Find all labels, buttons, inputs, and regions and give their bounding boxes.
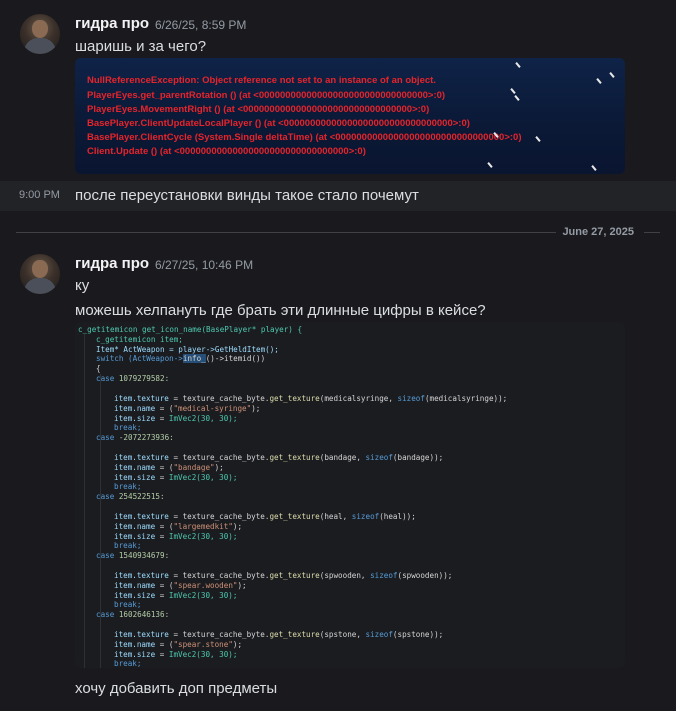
message-text: ку [75, 277, 90, 294]
code-line: item.texture = texture_cache_byte.get_te… [114, 571, 453, 580]
snow-speck [535, 136, 541, 142]
snow-speck [514, 95, 520, 101]
snow-speck [596, 78, 602, 84]
snow-speck [487, 162, 493, 168]
code-line: item.name = ("medical-syringe"); [114, 404, 261, 413]
snow-speck [591, 165, 597, 171]
error-screenshot-attachment[interactable]: NullReferenceException: Object reference… [75, 58, 625, 174]
code-line: c_getitemicon get_icon_name(BasePlayer* … [78, 325, 303, 334]
code-line: break; [114, 659, 142, 668]
message-side-timestamp: 9:00 PM [19, 189, 60, 201]
avatar[interactable] [20, 14, 60, 54]
code-line: case 1602646136: [96, 610, 170, 619]
error-line: PlayerEyes.MovementRight () (at <0000000… [87, 104, 430, 115]
message-text: после переустановки винды такое стало по… [75, 187, 419, 204]
message-author[interactable]: гидра про [75, 15, 149, 32]
code-line: Item* ActWeapon = player->GetHeldItem(); [96, 345, 279, 354]
error-line: PlayerEyes.get_parentRotation () (at <00… [87, 90, 446, 101]
code-line: item.size = ImVec2(30, 30); [114, 591, 238, 600]
date-divider-label: June 27, 2025 [556, 226, 644, 238]
code-line: item.name = ("largemedkit"); [114, 522, 243, 531]
message-timestamp: 6/27/25, 10:46 PM [155, 258, 254, 272]
message-text: хочу добавить доп предметы [75, 680, 278, 697]
error-line: NullReferenceException: Object reference… [87, 75, 436, 86]
avatar[interactable] [20, 254, 60, 294]
code-line: item.name = ("bandage"); [114, 463, 224, 472]
error-line: Client.Update () (at <000000000000000000… [87, 146, 366, 157]
code-line: c_getitemicon item; [96, 335, 183, 344]
code-line: case 254522515: [96, 492, 165, 501]
code-screenshot-attachment[interactable]: c_getitemicon get_icon_name(BasePlayer* … [75, 322, 625, 668]
snow-speck [510, 88, 516, 94]
code-line: break; [114, 600, 142, 609]
error-line: BasePlayer.ClientCycle (System.Single de… [87, 132, 522, 143]
code-line: item.texture = texture_cache_byte.get_te… [114, 512, 416, 521]
code-line: item.size = ImVec2(30, 30); [114, 414, 238, 423]
code-line: case 1540934679: [96, 551, 170, 560]
snow-speck [609, 72, 615, 78]
code-line: item.size = ImVec2(30, 30); [114, 473, 238, 482]
code-line: { [96, 364, 101, 373]
code-line: item.texture = texture_cache_byte.get_te… [114, 630, 444, 639]
code-line: item.size = ImVec2(30, 30); [114, 532, 238, 541]
message-author[interactable]: гидра про [75, 255, 149, 272]
snow-speck [515, 62, 521, 68]
code-line: item.name = ("spear.wooden"); [114, 581, 247, 590]
code-line: case 1079279582: [96, 374, 170, 383]
code-line: item.texture = texture_cache_byte.get_te… [114, 453, 444, 462]
code-line: case -2072273936: [96, 433, 174, 442]
code-line: item.texture = texture_cache_byte.get_te… [114, 394, 508, 403]
code-line: break; [114, 541, 142, 550]
message-timestamp: 6/26/25, 8:59 PM [155, 18, 247, 32]
code-line: switch (ActWeapon->info_()->itemid()) [96, 354, 266, 363]
code-line: break; [114, 423, 142, 432]
message-text: шаришь и за чего? [75, 38, 207, 55]
error-line: BasePlayer.ClientUpdateLocalPlayer () (a… [87, 118, 470, 129]
code-line: item.name = ("spear.stone"); [114, 640, 243, 649]
code-line: break; [114, 482, 142, 491]
message-text: можешь хелпануть где брать эти длинные ц… [75, 302, 486, 319]
code-line: item.size = ImVec2(30, 30); [114, 650, 238, 659]
